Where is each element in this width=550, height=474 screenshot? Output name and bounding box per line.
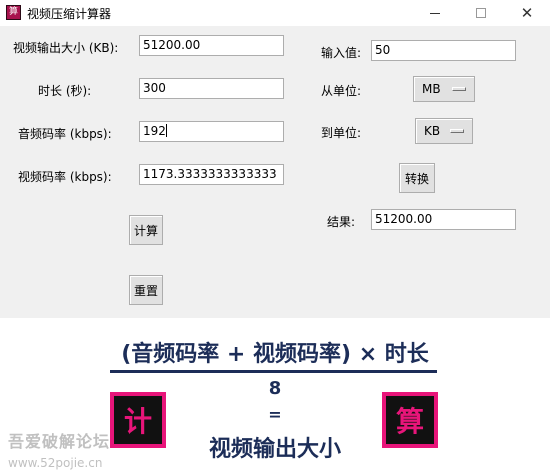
- convert-button[interactable]: 转换: [399, 163, 435, 193]
- result-label: 结果:: [327, 215, 356, 229]
- audio-bitrate-input[interactable]: 192: [139, 121, 284, 142]
- window-title: 视频压缩计算器: [27, 7, 112, 21]
- from-unit-dropdown[interactable]: MB: [413, 76, 475, 102]
- formula-denominator: 8: [268, 378, 282, 399]
- to-unit-dropdown[interactable]: KB: [415, 118, 473, 144]
- seal-suan-icon: 算: [382, 392, 438, 448]
- close-icon: ✕: [520, 3, 534, 22]
- seal-suan-glyph: 算: [386, 396, 434, 444]
- minimize-button[interactable]: [412, 0, 458, 26]
- dropdown-indicator-icon: [450, 129, 464, 133]
- formula-numerator: (音频码率 + 视频码率) × 时长: [121, 342, 429, 367]
- duration-label: 时长 (秒):: [38, 84, 92, 98]
- close-button[interactable]: ✕: [504, 0, 550, 26]
- reset-button[interactable]: 重置: [129, 275, 163, 305]
- video-bitrate-input[interactable]: 1173.3333333333333: [139, 164, 284, 185]
- watermark-title: 吾爱破解论坛: [8, 432, 111, 451]
- to-unit-label: 到单位:: [321, 126, 362, 140]
- input-value-label: 输入值:: [321, 46, 362, 60]
- audio-bitrate-label: 音频码率 (kbps):: [18, 127, 112, 141]
- result-field[interactable]: 51200.00: [371, 209, 516, 230]
- from-unit-value: MB: [422, 82, 441, 96]
- seal-calc-icon: 计: [110, 392, 166, 448]
- title-bar[interactable]: 算 视频压缩计算器 ✕: [0, 0, 550, 26]
- input-value-field[interactable]: 50: [371, 40, 516, 61]
- minimize-icon: [430, 12, 440, 14]
- maximize-button[interactable]: [458, 0, 504, 26]
- video-size-label: 视频输出大小 (KB):: [13, 41, 119, 55]
- text-caret: [165, 124, 167, 137]
- app-icon: 算: [6, 5, 21, 20]
- calculate-button[interactable]: 计算: [129, 215, 163, 245]
- formula-equals: =: [268, 405, 282, 424]
- fraction-line: [110, 370, 437, 373]
- seal-calc-glyph: 计: [114, 396, 162, 444]
- duration-input[interactable]: 300: [139, 78, 284, 99]
- maximize-icon: [476, 8, 486, 18]
- video-size-input[interactable]: 51200.00: [139, 35, 284, 56]
- audio-bitrate-value: 192: [143, 124, 166, 138]
- to-unit-value: KB: [424, 124, 441, 138]
- video-bitrate-label: 视频码率 (kbps):: [18, 170, 112, 184]
- watermark-url: www.52pojie.cn: [8, 456, 103, 470]
- dropdown-indicator-icon: [452, 87, 466, 91]
- from-unit-label: 从单位:: [321, 84, 362, 98]
